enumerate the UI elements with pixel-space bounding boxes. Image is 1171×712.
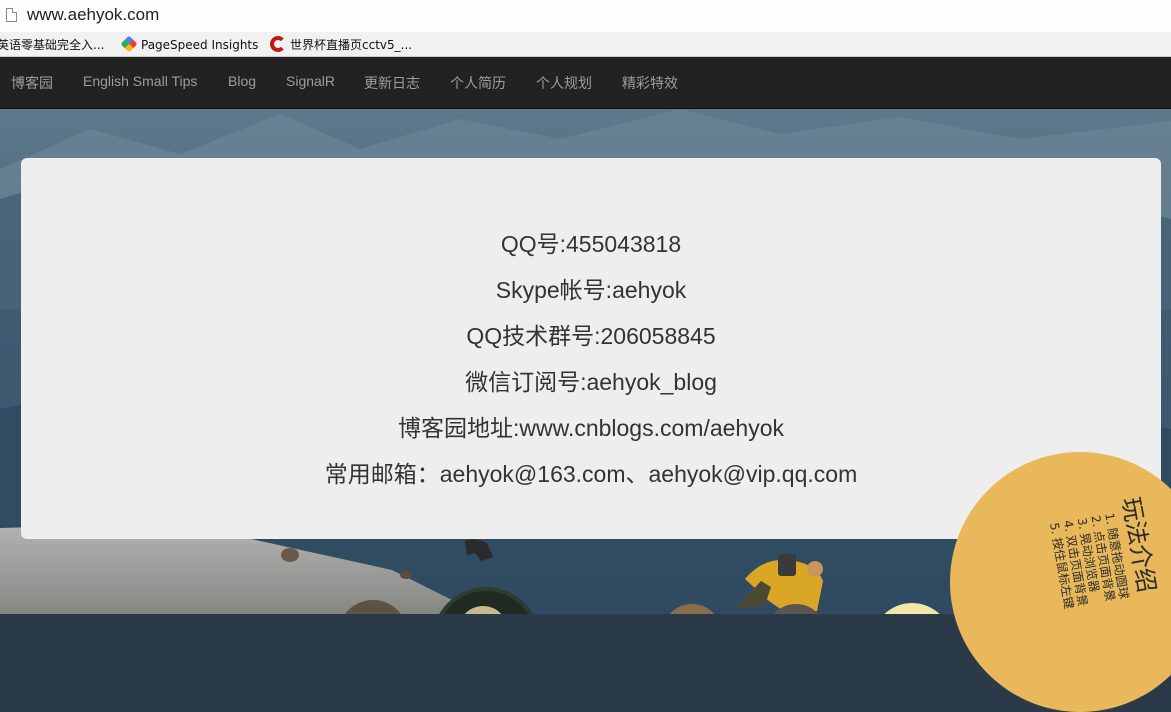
nav-item-resume[interactable]: 个人简历 [450, 73, 506, 93]
cctv-icon [270, 36, 286, 52]
url-text[interactable]: www.aehyok.com [27, 5, 159, 25]
skype-account: Skype帐号:aehyok [495, 277, 687, 303]
nav-item-blog[interactable]: Blog [228, 73, 256, 89]
nav-item-effects[interactable]: 精彩特效 [622, 73, 678, 93]
nav-item-signalr[interactable]: SignalR [286, 73, 335, 89]
bookmark-label: 英语零基础完全入... [0, 38, 105, 52]
email-addresses: 常用邮箱：aehyok@163.com、aehyok@vip.qq.com [324, 461, 858, 487]
pagespeed-icon [120, 35, 138, 53]
cnblogs-address: 博客园地址:www.cnblogs.com/aehyok [397, 415, 784, 441]
bookmark-label: 世界杯直播页cctv5_... [290, 38, 413, 52]
bookmark-label: PageSpeed Insights [141, 38, 259, 52]
bookmark-english[interactable]: 英语零基础完全入... [0, 36, 104, 53]
nav-item-plan[interactable]: 个人规划 [536, 73, 592, 93]
address-bar[interactable]: www.aehyok.com [0, 0, 1171, 33]
wechat-account: 微信订阅号:aehyok_blog [465, 369, 717, 395]
bookmarks-bar: 英语零基础完全入... PageSpeed Insights 世界杯直播页cct… [0, 32, 1171, 57]
bookmark-cctv5[interactable]: 世界杯直播页cctv5_... [270, 36, 412, 53]
nav-item-cnblogs[interactable]: 博客园 [11, 73, 53, 93]
qq-tech-group: QQ技术群号:206058845 [466, 323, 716, 349]
contact-card: QQ号:455043818 Skype帐号:aehyok QQ技术群号:2060… [21, 158, 1161, 539]
nav-item-english-tips[interactable]: English Small Tips [83, 73, 197, 89]
site-navbar: 博客园 English Small Tips Blog SignalR 更新日志… [0, 57, 1171, 109]
page-icon [6, 8, 17, 22]
nav-item-changelog[interactable]: 更新日志 [364, 73, 420, 93]
bookmark-pagespeed[interactable]: PageSpeed Insights [120, 35, 259, 53]
qq-number: QQ号:455043818 [500, 231, 682, 257]
